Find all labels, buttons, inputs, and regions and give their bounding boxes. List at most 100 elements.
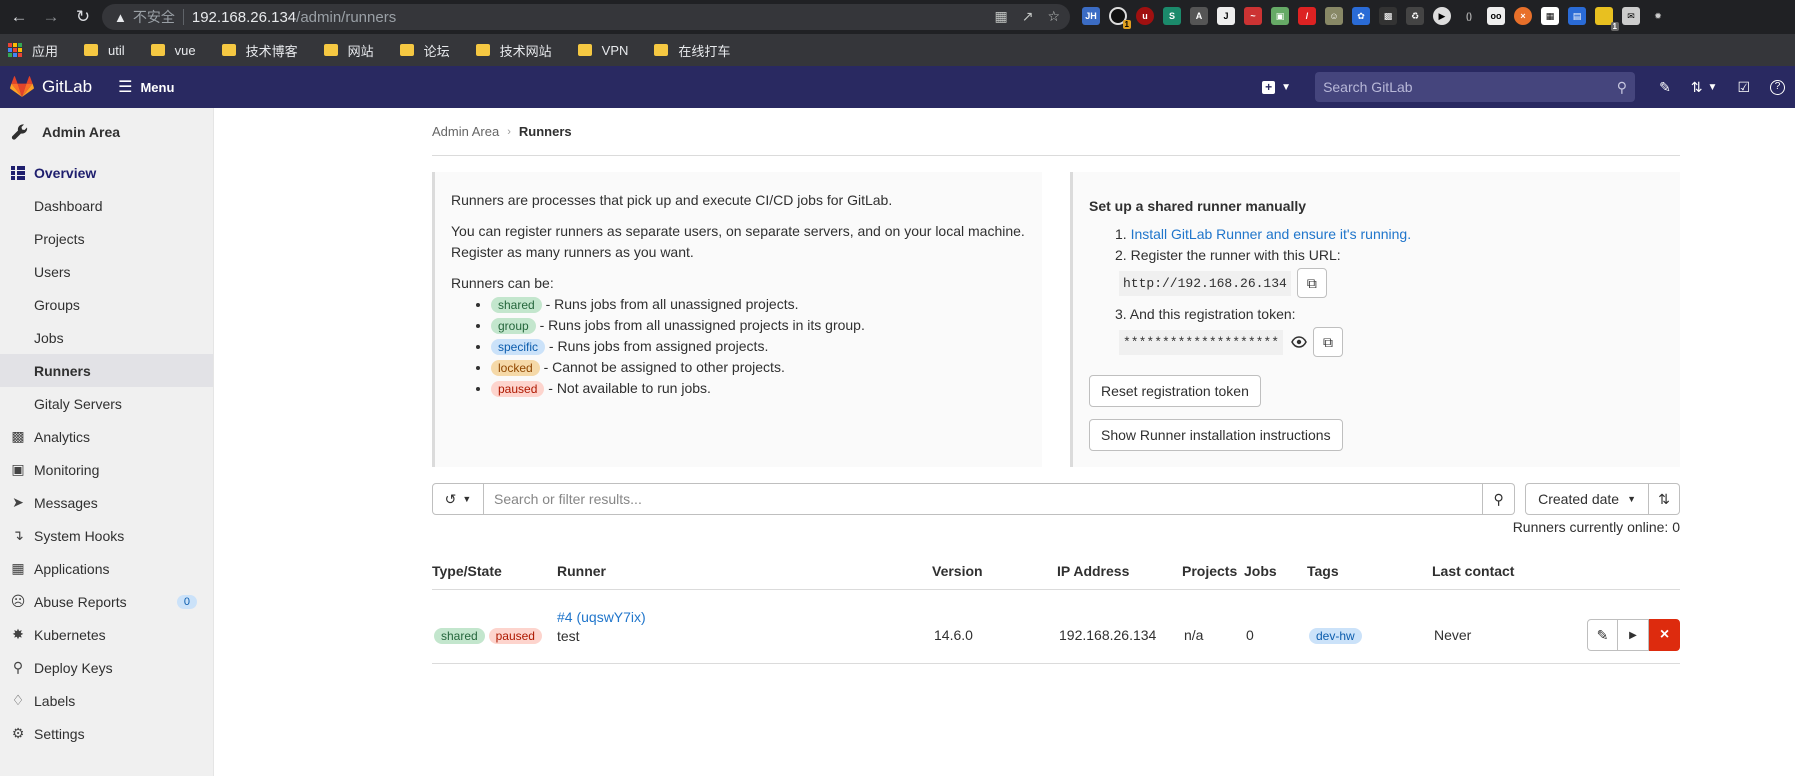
sidebar-item-deploy-keys[interactable]: ⚲ Deploy Keys <box>0 651 213 684</box>
eye-icon[interactable] <box>1291 336 1307 348</box>
sidebar-item-kubernetes[interactable]: ✸ Kubernetes <box>0 618 213 651</box>
tag-badge: dev-hw <box>1309 627 1362 644</box>
sidebar-subitem-gitaly-servers[interactable]: Gitaly Servers <box>0 387 213 420</box>
sidebar-header[interactable]: Admin Area <box>0 108 213 156</box>
delete-runner-button[interactable]: × <box>1649 619 1680 651</box>
wrench-icon <box>8 120 32 144</box>
url-host: 192.168.26.134 <box>191 8 297 26</box>
bookmark-folder[interactable]: 技术博客 <box>221 41 298 60</box>
translate-icon[interactable]: ▦ <box>994 8 1007 25</box>
sidebar-subitem-runners[interactable]: Runners <box>0 354 213 387</box>
back-icon[interactable]: ← <box>6 4 32 30</box>
bookmark-folder[interactable]: 在线打车 <box>654 41 730 60</box>
filter-search-input[interactable] <box>494 491 1483 507</box>
extension-ab-icon[interactable]: A <box>1190 7 1208 25</box>
extension-ublock-icon[interactable]: u <box>1136 7 1154 25</box>
paused-badge: paused <box>491 381 545 397</box>
extension-chart-icon[interactable]: ~ <box>1244 7 1262 25</box>
share-icon[interactable]: ↗ <box>1022 8 1034 25</box>
extension-qr-icon[interactable]: ▩ <box>1379 7 1397 25</box>
info-intro: Runners are processes that pick up and e… <box>451 192 893 208</box>
extension-play-icon[interactable]: ▶ <box>1433 7 1451 25</box>
sidebar-item-monitoring[interactable]: ▣ Monitoring <box>0 453 213 486</box>
extension-message-icon[interactable]: ✉ <box>1622 7 1640 25</box>
sidebar-item-settings[interactable]: ⚙ Settings <box>0 717 213 750</box>
sidebar-item-messages[interactable]: ➤ Messages <box>0 486 213 519</box>
sort-dropdown[interactable]: Created date ▼ <box>1525 483 1649 515</box>
extension-face-icon[interactable]: ☺ <box>1325 7 1343 25</box>
extension-pen-icon[interactable]: / <box>1298 7 1316 25</box>
sidebar-item-system-hooks[interactable]: ↴ System Hooks <box>0 519 213 552</box>
extension-glasses-icon[interactable]: oo <box>1487 7 1505 25</box>
recent-searches-dropdown[interactable]: ↺ ▼ <box>432 483 484 515</box>
close-icon: × <box>1659 626 1670 643</box>
filter-search-box[interactable] <box>484 483 1484 515</box>
sort-lowest-icon: ⇅ <box>1658 490 1670 507</box>
merge-requests-dropdown[interactable]: ⇅ ▼ <box>1691 79 1718 96</box>
bookmark-folder[interactable]: 技术网站 <box>475 41 552 60</box>
setup-step: 1. Install GitLab Runner and ensure it's… <box>1115 226 1412 242</box>
sidebar-item-abuse-reports[interactable]: ☹ Abuse Reports 0 <box>0 585 213 618</box>
search-input[interactable] <box>1323 79 1617 95</box>
breadcrumb-runners[interactable]: Runners <box>519 124 572 139</box>
info-can-be: Runners can be: <box>451 275 554 291</box>
sidebar-item-overview[interactable]: Overview <box>0 156 213 189</box>
extension-image-icon[interactable]: ▣ <box>1271 7 1289 25</box>
search-box[interactable]: ⚲ <box>1315 72 1636 102</box>
show-instructions-button[interactable]: Show Runner installation instructions <box>1089 419 1343 451</box>
extension-leaf-icon[interactable]: ✿ <box>1352 7 1370 25</box>
sidebar-subitem-dashboard[interactable]: Dashboard <box>0 189 213 222</box>
runners-info-panel: Runners are processes that pick up and e… <box>432 172 1042 467</box>
menu-button[interactable]: ☰ Menu <box>118 77 174 97</box>
bookmark-folder[interactable]: util <box>84 43 125 58</box>
runner-cell: #4 (uqswY7ix) test <box>557 589 932 664</box>
filter-search-button[interactable]: ⚲ <box>1483 483 1516 515</box>
extension-circle-icon[interactable]: 1 <box>1109 7 1131 29</box>
shared-badge: shared <box>491 297 542 313</box>
extension-grid-icon[interactable]: ▦ <box>1541 7 1559 25</box>
sidebar-subitem-users[interactable]: Users <box>0 255 213 288</box>
extension-brackets-icon[interactable]: () <box>1460 7 1478 25</box>
hamburger-icon: ☰ <box>118 79 133 96</box>
extension-jh-icon[interactable]: JH <box>1082 7 1100 25</box>
help-button[interactable]: ? <box>1770 79 1785 95</box>
bookmark-folder[interactable]: VPN <box>577 43 628 58</box>
extension-note-icon[interactable]: 1 <box>1595 7 1619 31</box>
forward-icon[interactable]: → <box>38 4 64 30</box>
copy-url-button[interactable]: ⧉ <box>1296 268 1327 298</box>
bookmark-folder[interactable]: vue <box>150 43 196 58</box>
extension-bars-icon[interactable]: ▤ <box>1568 7 1586 25</box>
runner-link[interactable]: #4 (uqswY7ix) <box>557 609 646 625</box>
reload-icon[interactable]: ↻ <box>70 4 96 30</box>
bookmark-apps[interactable]: 应用 <box>8 41 58 60</box>
sidebar-subitem-projects[interactable]: Projects <box>0 222 213 255</box>
new-item-dropdown[interactable]: + ▼ <box>1262 80 1291 94</box>
reset-token-button[interactable]: Reset registration token <box>1089 375 1261 407</box>
sidebar-item-label: System Hooks <box>34 527 125 544</box>
runner-description: test <box>557 627 580 644</box>
bookmark-star-icon[interactable]: ☆ <box>1047 8 1060 25</box>
issues-button[interactable]: ✎ <box>1659 79 1671 96</box>
todos-button[interactable]: ☑ <box>1737 79 1750 96</box>
sidebar-item-analytics[interactable]: ▩ Analytics <box>0 420 213 453</box>
sidebar-item-labels[interactable]: ♢ Labels <box>0 684 213 717</box>
extension-gear-icon[interactable]: ✹ <box>1649 7 1667 25</box>
edit-runner-button[interactable]: ✎ <box>1587 619 1618 651</box>
extension-x-icon[interactable]: × <box>1514 7 1532 25</box>
extension-jb-icon[interactable]: J <box>1217 7 1235 25</box>
copy-token-button[interactable]: ⧉ <box>1313 327 1344 357</box>
resume-runner-button[interactable]: ▶ <box>1618 619 1649 651</box>
sort-direction-button[interactable]: ⇅ <box>1649 483 1680 515</box>
bookmark-folder[interactable]: 论坛 <box>399 41 450 60</box>
address-bar[interactable]: ▲ 不安全 192.168.26.134/admin/runners ▦ ↗ ☆ <box>102 4 1070 30</box>
sidebar-item-applications[interactable]: ▦ Applications <box>0 552 213 585</box>
column-header: Version <box>932 553 1057 590</box>
install-runner-link[interactable]: Install GitLab Runner and ensure it's ru… <box>1131 226 1412 242</box>
breadcrumb-admin-area[interactable]: Admin Area <box>432 124 499 139</box>
gitlab-home-link[interactable]: GitLab <box>10 76 92 98</box>
extension-recycle-icon[interactable]: ♻ <box>1406 7 1424 25</box>
sidebar-subitem-groups[interactable]: Groups <box>0 288 213 321</box>
bookmark-folder[interactable]: 网站 <box>323 41 374 60</box>
sidebar-subitem-jobs[interactable]: Jobs <box>0 321 213 354</box>
extension-s-icon[interactable]: S <box>1163 7 1181 25</box>
